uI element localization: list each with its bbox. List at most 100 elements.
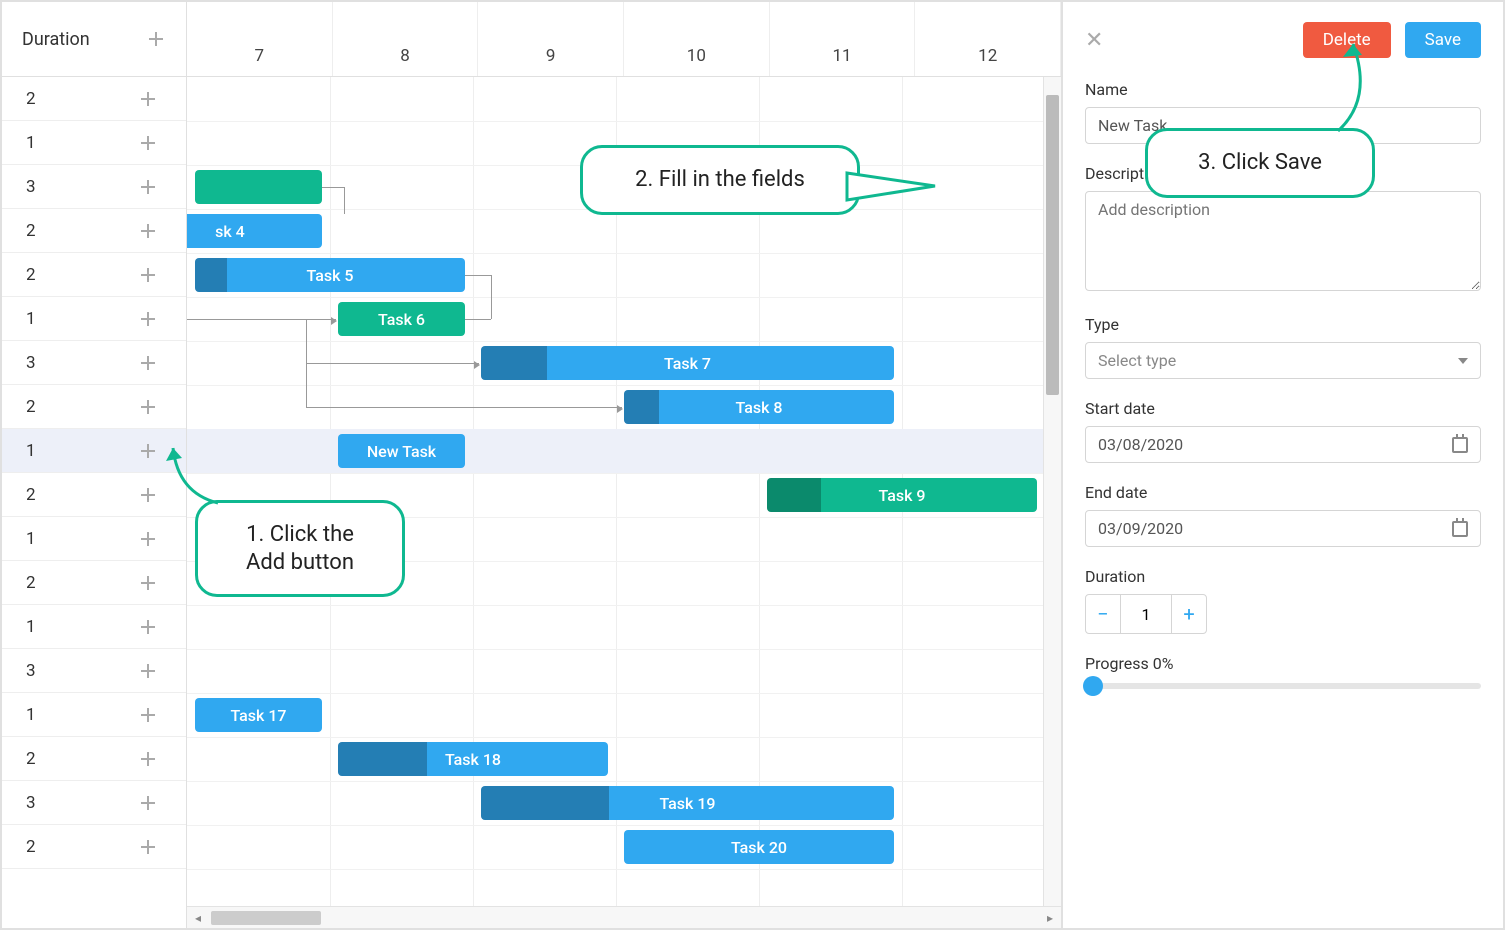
duration-row[interactable]: 2 [2, 825, 186, 869]
plus-icon[interactable] [138, 397, 158, 417]
duration-label: Duration [1085, 567, 1481, 586]
end-date-input[interactable]: 03/09/2020 [1085, 510, 1481, 547]
plus-icon[interactable] [138, 89, 158, 109]
plus-icon[interactable] [138, 133, 158, 153]
progress-slider[interactable] [1085, 683, 1481, 689]
duration-row[interactable]: 2 [2, 385, 186, 429]
duration-row[interactable]: 3 [2, 649, 186, 693]
duration-value: 2 [26, 221, 36, 241]
gantt-bar[interactable]: Task 17 [195, 698, 322, 732]
duration-row[interactable]: 1 [2, 121, 186, 165]
gantt-bar[interactable]: Task 5 [195, 258, 465, 292]
gantt-bar[interactable]: Task 18 [338, 742, 608, 776]
duration-value: 2 [26, 89, 36, 109]
gantt-bar-label: Task 20 [731, 838, 787, 857]
vertical-scrollbar[interactable] [1043, 77, 1061, 906]
scroll-left-icon[interactable]: ◂ [187, 907, 209, 929]
scroll-right-icon[interactable]: ▸ [1039, 907, 1061, 929]
duration-row[interactable]: 2 [2, 561, 186, 605]
time-column-header: 9 [478, 2, 624, 76]
progress-label: Progress 0% [1085, 654, 1481, 673]
end-date-value: 03/09/2020 [1098, 519, 1183, 538]
gantt-bar[interactable]: Task 7 [481, 346, 894, 380]
duration-row[interactable]: 2 [2, 473, 186, 517]
time-column-header: 11 [770, 2, 916, 76]
plus-icon[interactable] [138, 353, 158, 373]
slider-thumb[interactable] [1083, 676, 1103, 696]
gantt-bar-label: Task 17 [230, 706, 286, 725]
time-header: 789101112 [187, 2, 1061, 77]
save-button[interactable]: Save [1405, 22, 1481, 58]
chevron-down-icon [1458, 358, 1468, 364]
scrollbar-thumb[interactable] [1046, 95, 1059, 395]
type-placeholder: Select type [1098, 351, 1176, 370]
start-date-label: Start date [1085, 399, 1481, 418]
calendar-icon [1452, 521, 1468, 537]
gantt-bar[interactable] [195, 170, 322, 204]
close-icon[interactable]: ✕ [1085, 28, 1103, 53]
duration-value: 2 [26, 749, 36, 769]
duration-decrement-button[interactable]: − [1085, 594, 1121, 634]
duration-row[interactable]: 2 [2, 209, 186, 253]
duration-row[interactable]: 2 [2, 737, 186, 781]
plus-icon[interactable] [138, 485, 158, 505]
duration-value: 1 [26, 441, 36, 461]
description-input[interactable] [1085, 191, 1481, 291]
plus-icon[interactable] [138, 221, 158, 241]
gantt-bar-label: Task 18 [445, 750, 501, 769]
duration-value: 2 [26, 485, 36, 505]
scrollbar-track[interactable] [209, 911, 1039, 925]
plus-icon[interactable] [138, 837, 158, 857]
callout-text: 3. Click Save [1198, 150, 1322, 175]
duration-increment-button[interactable]: + [1171, 594, 1207, 634]
duration-row[interactable]: 1 [2, 297, 186, 341]
plus-icon[interactable] [138, 309, 158, 329]
gantt-bar[interactable]: Task 8 [624, 390, 894, 424]
plus-icon[interactable] [146, 29, 166, 49]
duration-row[interactable]: 3 [2, 341, 186, 385]
duration-row[interactable]: 3 [2, 165, 186, 209]
plus-icon[interactable] [138, 617, 158, 637]
gantt-bar-label: Task 9 [879, 486, 926, 505]
time-column-header: 12 [915, 2, 1061, 76]
gantt-bar[interactable]: New Task [338, 434, 465, 468]
gantt-bar[interactable]: Task 9 [767, 478, 1037, 512]
gantt-bar[interactable]: sk 4 [187, 214, 322, 248]
start-date-input[interactable]: 03/08/2020 [1085, 426, 1481, 463]
gantt-bar[interactable]: Task 19 [481, 786, 894, 820]
plus-icon[interactable] [138, 441, 158, 461]
horizontal-scrollbar[interactable]: ◂ ▸ [187, 906, 1061, 928]
duration-column: Duration 2 1 3 2 2 1 3 2 1 2 [2, 2, 187, 928]
duration-row[interactable]: 2 [2, 77, 186, 121]
duration-header: Duration [2, 2, 186, 77]
gantt-bar[interactable]: Task 6 [338, 302, 465, 336]
duration-value: 2 [26, 265, 36, 285]
plus-icon[interactable] [138, 705, 158, 725]
duration-value: 3 [26, 177, 36, 197]
scrollbar-thumb[interactable] [211, 911, 321, 925]
duration-row[interactable]: 1 [2, 605, 186, 649]
plus-icon[interactable] [138, 661, 158, 681]
plus-icon[interactable] [138, 529, 158, 549]
plus-icon[interactable] [138, 573, 158, 593]
plus-icon[interactable] [138, 265, 158, 285]
gantt-bar-label: New Task [367, 442, 436, 461]
duration-value: 1 [26, 617, 36, 637]
duration-row[interactable]: 1 [2, 429, 186, 473]
type-select[interactable]: Select type [1085, 342, 1481, 379]
duration-row[interactable]: 2 [2, 253, 186, 297]
calendar-icon [1452, 437, 1468, 453]
duration-row[interactable]: 1 [2, 517, 186, 561]
duration-row[interactable]: 3 [2, 781, 186, 825]
callout-2: 2. Fill in the fields [580, 145, 860, 215]
gantt-bar-label: Task 8 [736, 398, 783, 417]
plus-icon[interactable] [138, 177, 158, 197]
end-date-label: End date [1085, 483, 1481, 502]
duration-value: 1 [26, 309, 36, 329]
duration-value: 1 [26, 705, 36, 725]
gantt-bar[interactable]: Task 20 [624, 830, 894, 864]
plus-icon[interactable] [138, 749, 158, 769]
duration-row[interactable]: 1 [2, 693, 186, 737]
plus-icon[interactable] [138, 793, 158, 813]
gantt-bar-label: Task 7 [664, 354, 711, 373]
